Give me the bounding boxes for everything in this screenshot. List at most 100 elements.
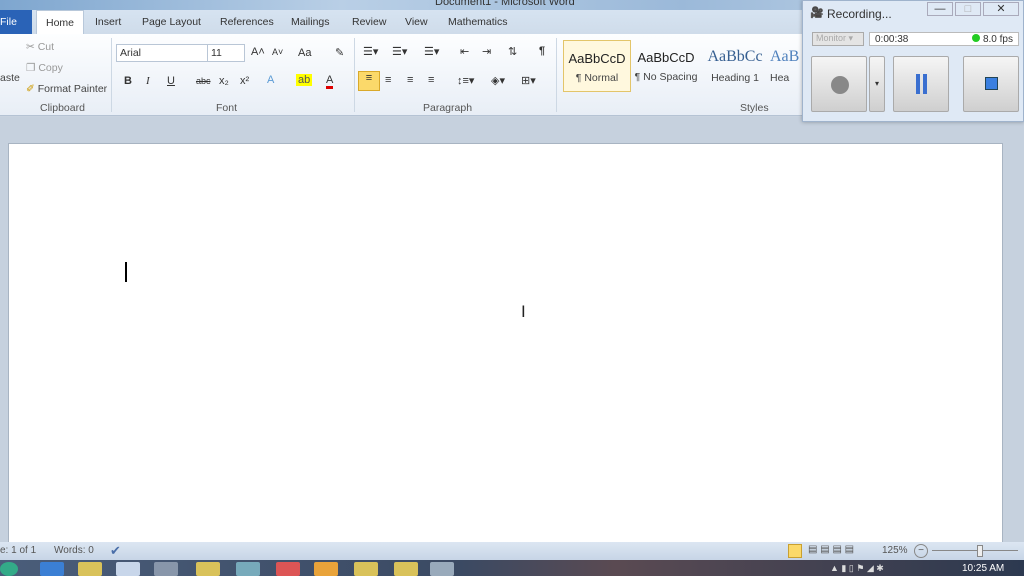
tab-review[interactable]: Review bbox=[352, 16, 386, 28]
show-formatting-button[interactable]: ¶ bbox=[539, 45, 545, 57]
zoom-slider[interactable] bbox=[932, 550, 1018, 551]
italic-button[interactable]: I bbox=[146, 75, 150, 87]
recorder-icon[interactable] bbox=[430, 562, 454, 576]
tab-mailings[interactable]: Mailings bbox=[291, 16, 330, 28]
divider bbox=[111, 38, 112, 112]
folder-icon[interactable] bbox=[354, 562, 378, 576]
copy-button[interactable]: ❐ Copy bbox=[26, 62, 63, 74]
align-right-icon[interactable]: ≡ bbox=[407, 74, 413, 86]
line-spacing-icon[interactable]: ↕≡▾ bbox=[457, 74, 474, 87]
clock[interactable]: 10:25 AM bbox=[962, 563, 1004, 574]
tab-home[interactable]: Home bbox=[36, 10, 84, 35]
font-name-combo[interactable]: Arial bbox=[116, 44, 208, 62]
align-center-icon[interactable]: ≡ bbox=[385, 74, 391, 86]
tab-view[interactable]: View bbox=[405, 16, 428, 28]
numbering-icon[interactable]: ☰▾ bbox=[392, 45, 407, 58]
close-button[interactable]: ✕ bbox=[983, 2, 1019, 16]
recorder-status: 0:00:38 8.0 fps bbox=[869, 32, 1019, 46]
start-button-icon[interactable] bbox=[0, 562, 18, 576]
tab-page-layout[interactable]: Page Layout bbox=[142, 16, 201, 28]
divider bbox=[556, 38, 557, 112]
recorder-icon: 🎥 bbox=[810, 7, 824, 19]
style-heading-2[interactable]: AaB Hea bbox=[770, 40, 802, 92]
subscript-button[interactable]: x₂ bbox=[219, 75, 229, 87]
shading-icon[interactable]: ◈▾ bbox=[491, 74, 505, 87]
format-painter-button[interactable]: ✐ Format Painter bbox=[26, 83, 107, 95]
status-bar: e: 1 of 1 Words: 0 ✔ ▤ ▤ ▤ ▤ 125% − bbox=[0, 542, 1024, 560]
scissors-icon: ✂ bbox=[26, 41, 38, 53]
ie-icon[interactable] bbox=[40, 562, 64, 576]
folder-icon[interactable] bbox=[394, 562, 418, 576]
sort-icon[interactable]: ⇅ bbox=[508, 45, 517, 58]
minimize-button[interactable]: — bbox=[927, 2, 953, 16]
tab-insert[interactable]: Insert bbox=[95, 16, 121, 28]
pause-button[interactable] bbox=[893, 56, 949, 112]
zoom-level[interactable]: 125% bbox=[882, 545, 908, 556]
document-page[interactable]: Ⅰ bbox=[8, 143, 1003, 543]
view-buttons-icon[interactable]: ▤ ▤ ▤ ▤ bbox=[808, 544, 854, 555]
increase-indent-icon[interactable]: ⇥ bbox=[482, 45, 491, 58]
font-group-label: Font bbox=[216, 102, 238, 114]
outlook-icon[interactable] bbox=[314, 562, 338, 576]
window-title: Document1 - Microsoft Word bbox=[435, 0, 575, 8]
stop-button[interactable] bbox=[963, 56, 1019, 112]
print-layout-icon[interactable] bbox=[788, 544, 802, 558]
page-count[interactable]: e: 1 of 1 bbox=[0, 545, 36, 556]
text-effects-icon[interactable]: A bbox=[267, 74, 274, 86]
record-options-dropdown[interactable]: ▾ bbox=[869, 56, 885, 112]
style-preview: AaBbCcD bbox=[637, 50, 695, 65]
app-icon[interactable] bbox=[154, 562, 178, 576]
tab-file[interactable]: File bbox=[0, 10, 32, 34]
proofing-icon[interactable]: ✔ bbox=[110, 543, 121, 559]
clear-formatting-icon[interactable]: ✎ bbox=[335, 46, 344, 59]
fps-readout: 8.0 fps bbox=[972, 34, 1013, 45]
zoom-out-icon[interactable]: − bbox=[914, 544, 928, 558]
record-button[interactable] bbox=[811, 56, 867, 112]
font-color-icon[interactable]: A bbox=[326, 74, 334, 89]
status-dot-icon bbox=[972, 34, 981, 42]
text-caret bbox=[125, 262, 127, 282]
bullets-icon[interactable]: ☰▾ bbox=[363, 45, 378, 58]
decrease-indent-icon[interactable]: ⇤ bbox=[460, 45, 469, 58]
superscript-button[interactable]: x² bbox=[240, 75, 249, 87]
change-case-button[interactable]: Aa bbox=[298, 47, 311, 59]
highlight-icon[interactable]: ab bbox=[296, 74, 313, 86]
word-count[interactable]: Words: 0 bbox=[54, 545, 94, 556]
style-preview: AaBbCcD bbox=[568, 51, 626, 66]
chrome-icon[interactable] bbox=[276, 562, 300, 576]
justify-icon[interactable]: ≡ bbox=[428, 74, 434, 86]
multilevel-list-icon[interactable]: ☰▾ bbox=[424, 45, 439, 58]
recorder-window: 🎥 Recording... — □ ✕ Monitor ▾ 0:00:38 8… bbox=[802, 0, 1024, 122]
style-preview: AaB bbox=[770, 48, 800, 65]
tab-mathematics[interactable]: Mathematics bbox=[448, 16, 508, 28]
cut-button[interactable]: ✂ Cut bbox=[26, 41, 54, 53]
maximize-button[interactable]: □ bbox=[955, 2, 981, 16]
copy-label: Copy bbox=[38, 62, 63, 74]
shrink-font-button[interactable]: A˅ bbox=[272, 47, 283, 57]
record-icon bbox=[831, 76, 849, 94]
borders-icon[interactable]: ⊞▾ bbox=[521, 74, 536, 87]
bold-button[interactable]: B bbox=[124, 75, 132, 87]
underline-button[interactable]: U bbox=[167, 75, 175, 87]
strikethrough-button[interactable]: abc bbox=[196, 76, 211, 86]
paste-button[interactable]: aste bbox=[0, 72, 20, 84]
tray-icons[interactable]: ▲ ▮ ▯ ⚑ ◢ ✱ bbox=[830, 563, 884, 574]
style-normal[interactable]: AaBbCcD ¶ Normal bbox=[563, 40, 631, 92]
source-dropdown[interactable]: Monitor ▾ bbox=[812, 32, 864, 46]
divider bbox=[354, 38, 355, 112]
tab-references[interactable]: References bbox=[220, 16, 274, 28]
style-name: Hea bbox=[770, 72, 790, 84]
style-no-spacing[interactable]: AaBbCcD ¶ No Spacing bbox=[632, 40, 700, 92]
align-left-icon[interactable]: ≡ bbox=[358, 71, 380, 91]
clipboard-group-label: Clipboard bbox=[40, 102, 85, 114]
zoom-slider-thumb[interactable] bbox=[977, 545, 983, 557]
folder-icon[interactable] bbox=[78, 562, 102, 576]
word-icon[interactable] bbox=[116, 562, 140, 576]
document-area: Ⅰ bbox=[0, 117, 1024, 543]
grow-font-button[interactable]: A˄ bbox=[251, 46, 265, 58]
folder-icon[interactable] bbox=[196, 562, 220, 576]
style-heading-1[interactable]: AaBbCc Heading 1 bbox=[701, 40, 769, 92]
font-size-combo[interactable]: 11 bbox=[207, 44, 245, 62]
app-icon[interactable] bbox=[236, 562, 260, 576]
cut-label: Cut bbox=[37, 41, 55, 53]
